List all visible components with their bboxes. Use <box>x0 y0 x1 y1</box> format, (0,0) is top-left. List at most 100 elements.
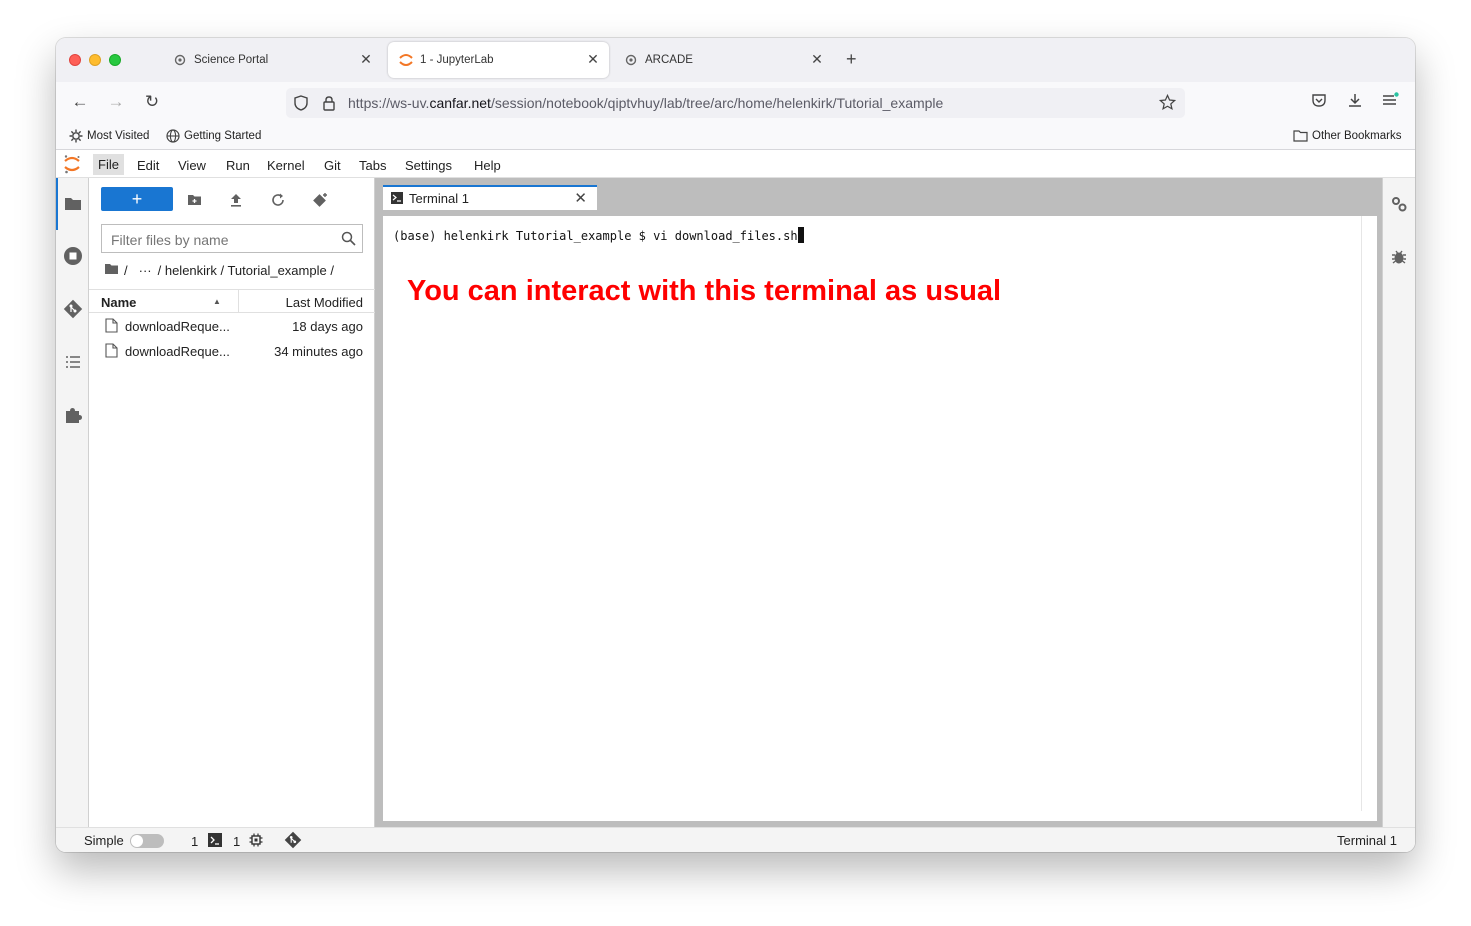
column-name[interactable]: Name <box>101 295 136 310</box>
terminal-line: (base) helenkirk Tutorial_example $ vi d… <box>393 227 804 243</box>
gear-icon <box>69 129 83 143</box>
simple-mode-label: Simple <box>84 833 124 848</box>
menu-tabs[interactable]: Tabs <box>359 158 386 173</box>
breadcrumb-path[interactable]: / helenkirk / Tutorial_example / <box>158 263 334 278</box>
terminal-icon <box>208 833 223 850</box>
file-row[interactable]: downloadReque... 34 minutes ago <box>89 339 375 364</box>
file-browser-panel: + Filter files by name / ··· / helenkirk… <box>89 178 375 827</box>
back-arrow-icon[interactable]: ← <box>69 92 91 112</box>
globe-icon <box>166 129 180 143</box>
property-inspector-gears-icon[interactable] <box>1389 194 1409 214</box>
bookmark-label: Most Visited <box>87 130 150 142</box>
download-icon[interactable] <box>1344 92 1366 113</box>
filter-placeholder: Filter files by name <box>111 232 229 248</box>
reload-icon[interactable]: ↻ <box>141 92 163 112</box>
menu-edit[interactable]: Edit <box>137 158 159 173</box>
browser-tab-arcade[interactable]: ARCADE ✕ <box>613 42 833 78</box>
browser-tab-bar: Science Portal ✕ 1 - JupyterLab ✕ ARCADE… <box>56 38 1415 82</box>
filter-files-input[interactable]: Filter files by name <box>101 224 363 253</box>
other-bookmarks[interactable]: Other Bookmarks <box>1293 129 1401 142</box>
breadcrumb-ellipsis[interactable]: ··· <box>139 263 152 278</box>
menu-kernel[interactable]: Kernel <box>267 158 305 173</box>
bookmarks-toolbar: Most Visited Getting Started Other Bookm… <box>56 124 1415 150</box>
menu-view[interactable]: View <box>178 158 206 173</box>
browser-tab-science-portal[interactable]: Science Portal ✕ <box>162 42 382 78</box>
hamburger-menu-icon[interactable] <box>1379 92 1401 113</box>
file-modified: 18 days ago <box>292 319 363 334</box>
tab-title: 1 - JupyterLab <box>420 54 494 66</box>
git-status-icon[interactable] <box>284 831 302 849</box>
terminal-cursor <box>797 227 804 243</box>
bookmark-getting-started[interactable]: Getting Started <box>166 129 261 143</box>
new-folder-icon[interactable] <box>185 191 203 209</box>
refresh-icon[interactable] <box>269 191 287 209</box>
debugger-bug-icon[interactable] <box>1389 247 1409 267</box>
table-of-contents-icon[interactable] <box>63 352 83 372</box>
minimize-window-button[interactable] <box>89 54 101 66</box>
close-tab-icon[interactable]: ✕ <box>574 189 587 207</box>
menu-help[interactable]: Help <box>474 158 501 173</box>
file-icon <box>105 318 118 336</box>
breadcrumb: / ··· / helenkirk / Tutorial_example / <box>104 263 339 278</box>
maximize-window-button[interactable] <box>109 54 121 66</box>
close-tab-icon[interactable]: ✕ <box>358 51 374 68</box>
file-icon <box>105 343 118 361</box>
file-name: downloadReque... <box>125 344 230 359</box>
new-tab-button[interactable]: + <box>846 49 857 70</box>
cpu-chip-icon <box>249 833 263 850</box>
upload-icon[interactable] <box>227 191 245 209</box>
other-bookmarks-label: Other Bookmarks <box>1312 129 1402 142</box>
address-bar[interactable]: https://ws-uv.canfar.net/session/noteboo… <box>286 88 1185 118</box>
kernels-status[interactable]: 1 <box>233 833 263 850</box>
url-path: /session/notebook/qiptvhuy/lab/tree/arc/… <box>490 95 944 111</box>
puzzle-gear-icon <box>172 52 188 68</box>
file-list-header: Name ▲ Last Modified <box>89 289 375 313</box>
menu-settings[interactable]: Settings <box>405 158 452 173</box>
new-launcher-button[interactable]: + <box>101 187 173 211</box>
breadcrumb-root[interactable]: / <box>124 263 128 278</box>
menu-git[interactable]: Git <box>324 158 341 173</box>
terminal-panel[interactable]: (base) helenkirk Tutorial_example $ vi d… <box>383 216 1377 821</box>
menu-file[interactable]: File <box>93 154 124 175</box>
main-dock-area: Terminal 1 ✕ (base) helenkirk Tutorial_e… <box>375 178 1382 827</box>
jupyter-logo-icon <box>398 52 414 68</box>
close-tab-icon[interactable]: ✕ <box>585 51 601 68</box>
menu-run[interactable]: Run <box>226 158 250 173</box>
jupyterlab-app: File Edit View Run Kernel Git Tabs Setti… <box>56 151 1415 852</box>
column-divider[interactable] <box>238 290 239 312</box>
url-host-prefix: https://ws-uv. <box>348 95 430 111</box>
simple-mode-toggle[interactable]: Simple <box>84 833 164 848</box>
bookmark-most-visited[interactable]: Most Visited <box>69 129 149 143</box>
sort-ascending-icon[interactable]: ▲ <box>213 297 221 306</box>
forward-arrow-icon[interactable]: → <box>105 92 127 112</box>
file-row[interactable]: downloadReque... 18 days ago <box>89 314 375 339</box>
bookmark-label: Getting Started <box>184 130 262 142</box>
url-text[interactable]: https://ws-uv.canfar.net/session/noteboo… <box>348 95 943 111</box>
terminals-count: 1 <box>191 834 199 849</box>
extensions-puzzle-icon[interactable] <box>63 405 83 425</box>
home-folder-icon[interactable] <box>104 263 119 278</box>
git-icon[interactable] <box>63 299 83 319</box>
close-window-button[interactable] <box>69 54 81 66</box>
browser-tab-jupyterlab[interactable]: 1 - JupyterLab ✕ <box>388 42 609 78</box>
pocket-icon[interactable] <box>1308 92 1330 113</box>
tab-terminal-1[interactable]: Terminal 1 ✕ <box>383 185 597 210</box>
shield-icon[interactable] <box>293 95 309 114</box>
lock-icon[interactable] <box>322 95 336 114</box>
folder-icon[interactable] <box>63 193 83 213</box>
terminals-status[interactable]: 1 <box>191 833 223 850</box>
file-modified: 34 minutes ago <box>274 344 363 359</box>
close-tab-icon[interactable]: ✕ <box>809 51 825 68</box>
toggle-switch[interactable] <box>129 833 164 848</box>
git-clone-icon[interactable] <box>311 191 329 209</box>
folder-icon <box>1293 130 1308 142</box>
tab-title: Science Portal <box>194 54 269 66</box>
tab-title: ARCADE <box>645 54 693 66</box>
terminal-scrollbar[interactable] <box>1361 216 1362 811</box>
column-last-modified[interactable]: Last Modified <box>286 295 363 310</box>
star-icon[interactable] <box>1158 93 1177 114</box>
terminal-prompt-text: (base) helenkirk Tutorial_example $ vi d… <box>393 229 798 243</box>
terminal-tab-title: Terminal 1 <box>409 191 469 206</box>
running-sessions-icon[interactable] <box>63 246 83 266</box>
annotation-text: You can interact with this terminal as u… <box>407 275 1002 307</box>
